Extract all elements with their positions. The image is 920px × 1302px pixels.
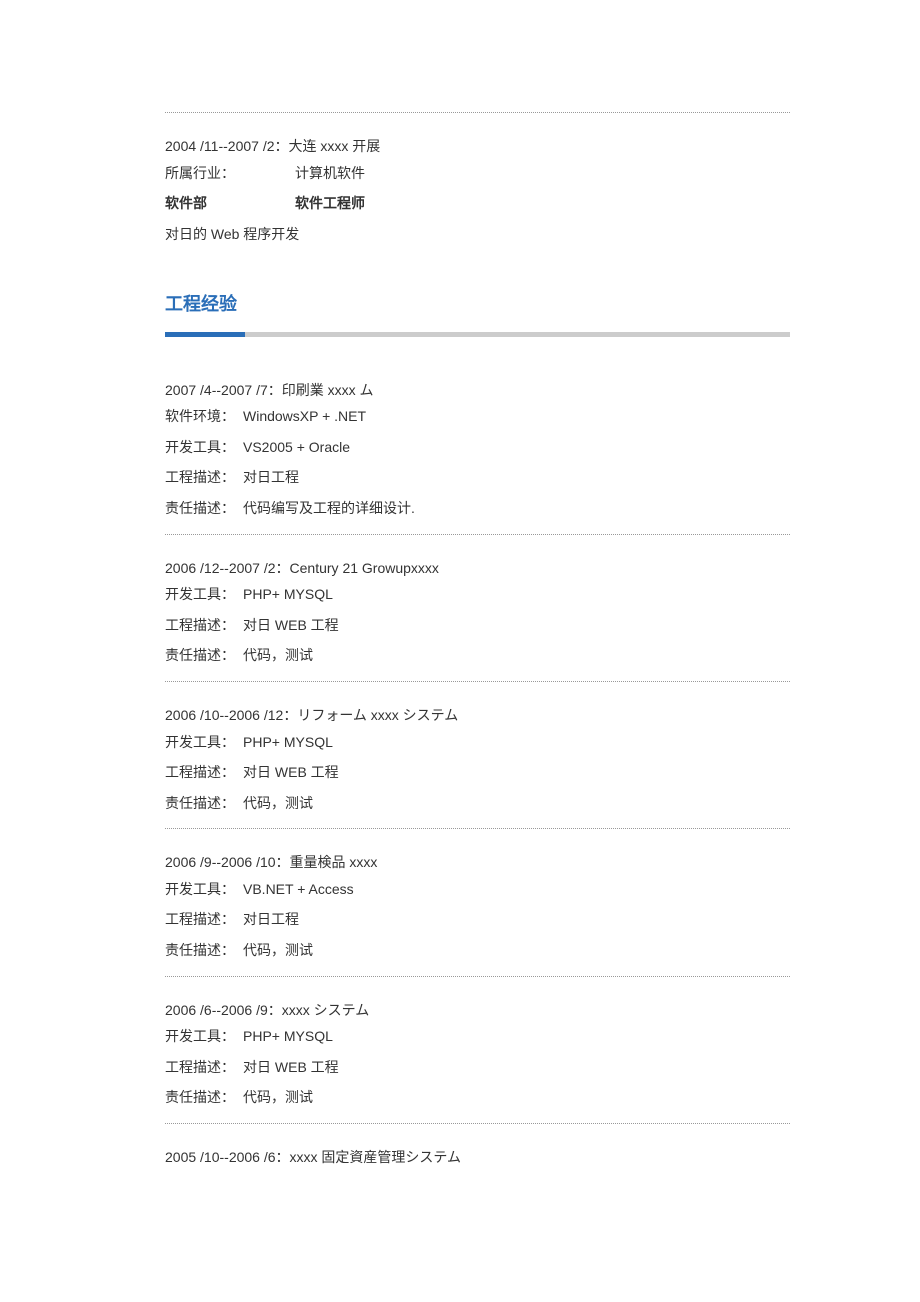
- divider: [165, 681, 790, 682]
- project-field-row: 开发工具：VS2005 + Oracle: [165, 434, 790, 461]
- section-underline: [165, 332, 790, 337]
- project-field-value: 对日工程: [243, 906, 299, 933]
- work-experience-block: 2004 /11--2007 /2：大连 xxxx 开展 所属行业： 计算机软件…: [165, 133, 790, 247]
- project-field-row: 开发工具：PHP+ MYSQL: [165, 729, 790, 756]
- project-field-row: 责任描述：代码，测试: [165, 1084, 790, 1111]
- project-field-value: 代码，测试: [243, 790, 313, 817]
- industry-label: 所属行业：: [165, 160, 295, 187]
- dept-value: 软件工程师: [295, 190, 365, 217]
- work-desc: 对日的 Web 程序开发: [165, 221, 790, 248]
- project-date-line: 2006 /9--2006 /10：重量検品 xxxx: [165, 849, 790, 876]
- project-block: 2006 /9--2006 /10：重量検品 xxxx开发工具：VB.NET +…: [165, 849, 790, 963]
- industry-value: 计算机软件: [295, 160, 365, 187]
- project-field-row: 责任描述：代码，测试: [165, 937, 790, 964]
- project-field-label: 工程描述：: [165, 464, 243, 491]
- divider: [165, 534, 790, 535]
- project-field-label: 责任描述：: [165, 642, 243, 669]
- project-field-label: 开发工具：: [165, 876, 243, 903]
- project-block: 2006 /10--2006 /12：リフォーム xxxx システム开发工具：P…: [165, 702, 790, 816]
- project-field-label: 工程描述：: [165, 612, 243, 639]
- section-title: 工程经验: [165, 287, 790, 321]
- project-block: 2007 /4--2007 /7：印刷業 xxxx ム软件环境：WindowsX…: [165, 377, 790, 522]
- project-field-label: 工程描述：: [165, 906, 243, 933]
- project-block-last: 2005 /10--2006 /6：xxxx 固定資産管理システム: [165, 1144, 790, 1171]
- project-field-row: 工程描述：对日 WEB 工程: [165, 1054, 790, 1081]
- project-field-row: 责任描述：代码编写及工程的详细设计.: [165, 495, 790, 522]
- project-field-row: 责任描述：代码，测试: [165, 790, 790, 817]
- project-field-row: 工程描述：对日工程: [165, 464, 790, 491]
- project-field-label: 开发工具：: [165, 1023, 243, 1050]
- project-field-value: PHP+ MYSQL: [243, 581, 333, 608]
- project-date-line: 2006 /12--2007 /2：Century 21 Growupxxxx: [165, 555, 790, 582]
- project-field-value: 代码编写及工程的详细设计.: [243, 495, 415, 522]
- project-date-line: 2006 /6--2006 /9：xxxx システム: [165, 997, 790, 1024]
- projects-container: 2007 /4--2007 /7：印刷業 xxxx ム软件环境：WindowsX…: [165, 377, 790, 1124]
- project-field-row: 工程描述：对日 WEB 工程: [165, 612, 790, 639]
- project-field-label: 工程描述：: [165, 759, 243, 786]
- project-field-value: PHP+ MYSQL: [243, 1023, 333, 1050]
- project-field-row: 工程描述：对日 WEB 工程: [165, 759, 790, 786]
- divider-top: [165, 112, 790, 113]
- project-field-row: 工程描述：对日工程: [165, 906, 790, 933]
- project-block: 2006 /12--2007 /2：Century 21 Growupxxxx开…: [165, 555, 790, 669]
- divider: [165, 976, 790, 977]
- project-block: 2006 /6--2006 /9：xxxx システム开发工具：PHP+ MYSQ…: [165, 997, 790, 1111]
- project-field-value: PHP+ MYSQL: [243, 729, 333, 756]
- project-date-line: 2005 /10--2006 /6：xxxx 固定資産管理システム: [165, 1144, 790, 1171]
- project-field-row: 软件环境：WindowsXP + .NET: [165, 403, 790, 430]
- project-field-value: VS2005 + Oracle: [243, 434, 350, 461]
- project-date-line: 2006 /10--2006 /12：リフォーム xxxx システム: [165, 702, 790, 729]
- project-field-value: 对日 WEB 工程: [243, 612, 339, 639]
- project-field-label: 责任描述：: [165, 1084, 243, 1111]
- divider: [165, 1123, 790, 1124]
- project-field-row: 开发工具：PHP+ MYSQL: [165, 1023, 790, 1050]
- project-field-label: 工程描述：: [165, 1054, 243, 1081]
- project-field-row: 开发工具：VB.NET + Access: [165, 876, 790, 903]
- project-date-line: 2007 /4--2007 /7：印刷業 xxxx ム: [165, 377, 790, 404]
- project-field-label: 软件环境：: [165, 403, 243, 430]
- project-field-label: 开发工具：: [165, 581, 243, 608]
- divider: [165, 828, 790, 829]
- project-field-label: 责任描述：: [165, 937, 243, 964]
- project-field-label: 责任描述：: [165, 790, 243, 817]
- project-field-value: VB.NET + Access: [243, 876, 354, 903]
- project-field-value: 对日 WEB 工程: [243, 1054, 339, 1081]
- project-field-value: 代码，测试: [243, 937, 313, 964]
- project-field-label: 开发工具：: [165, 434, 243, 461]
- project-field-value: 代码，测试: [243, 642, 313, 669]
- project-field-value: 代码，测试: [243, 1084, 313, 1111]
- project-field-label: 开发工具：: [165, 729, 243, 756]
- project-field-label: 责任描述：: [165, 495, 243, 522]
- project-field-row: 开发工具：PHP+ MYSQL: [165, 581, 790, 608]
- work-dept-row: 软件部 软件工程师: [165, 190, 790, 217]
- work-date-line: 2004 /11--2007 /2：大连 xxxx 开展: [165, 133, 790, 160]
- dept-label: 软件部: [165, 190, 295, 217]
- project-field-value: 对日 WEB 工程: [243, 759, 339, 786]
- project-field-row: 责任描述：代码，测试: [165, 642, 790, 669]
- project-field-value: 对日工程: [243, 464, 299, 491]
- work-industry-row: 所属行业： 计算机软件: [165, 160, 790, 187]
- project-field-value: WindowsXP + .NET: [243, 403, 366, 430]
